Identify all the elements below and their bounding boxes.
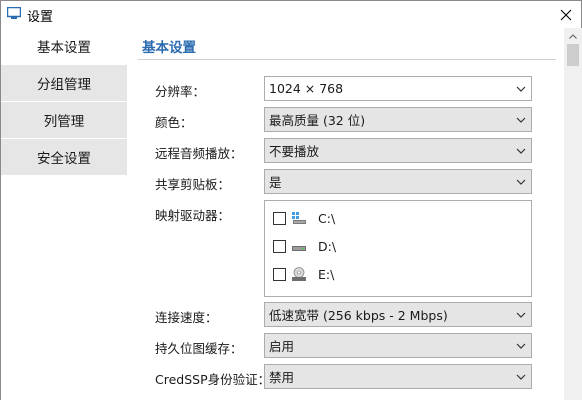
chevron-down-icon [511,108,531,131]
drive-c-checkbox[interactable] [273,211,286,225]
credssp-value: 禁用 [269,370,295,385]
connection-speed-label: 连接速度： [155,310,218,325]
color-label: 颜色： [155,115,193,130]
sidebar-item-label: 分组管理 [37,77,91,93]
remote-audio-select[interactable]: 不要播放 [264,138,532,163]
credssp-label: CredSSP身份验证： [155,372,271,387]
sidebar-item-column-management[interactable]: 列管理 [1,102,127,138]
drives-label: 映射驱动器： [155,208,231,223]
clipboard-value: 是 [269,175,282,190]
color-select[interactable]: 最高质量 (32 位) [264,107,532,132]
hard-drive-icon [292,246,306,251]
chevron-down-icon [511,334,531,357]
sidebar-item-group-management[interactable]: 分组管理 [1,65,127,101]
window-title: 设置 [27,10,54,25]
connection-speed-value: 低速宽带 (256 kbps - 2 Mbps) [269,308,448,323]
sidebar: 基本设置 分组管理 列管理 安全设置 [1,28,128,400]
scrollbar-thumb[interactable] [567,44,579,66]
scroll-up-button[interactable] [564,28,582,44]
connection-speed-select[interactable]: 低速宽带 (256 kbps - 2 Mbps) [264,302,532,327]
credssp-select[interactable]: 禁用 [264,364,532,389]
bitmap-cache-select[interactable]: 启用 [264,333,532,358]
sidebar-item-label: 安全设置 [37,151,91,167]
chevron-down-icon [511,139,531,162]
chevron-up-icon [569,33,577,39]
drive-c-label: C:\ [318,210,336,226]
section-title: 基本设置 [142,40,196,56]
close-button[interactable] [551,1,581,28]
sidebar-item-security-settings[interactable]: 安全设置 [1,139,127,175]
sidebar-item-label: 基本设置 [37,40,91,56]
drive-d-checkbox[interactable] [273,239,286,253]
drive-e-checkbox[interactable] [273,267,286,281]
chevron-down-icon [511,303,531,326]
resolution-label: 分辨率： [155,84,206,99]
color-value: 最高质量 (32 位) [269,113,366,128]
app-window-icon [7,7,21,19]
bitmap-cache-value: 启用 [269,339,295,354]
drive-item-e: E:\ [273,264,334,284]
vertical-scrollbar[interactable] [564,28,582,400]
title-bar: 设置 [1,1,581,28]
close-icon [560,9,572,20]
bitmap-cache-label: 持久位图缓存： [155,341,243,356]
clipboard-select[interactable]: 是 [264,169,532,194]
chevron-down-icon [511,170,531,193]
remote-audio-value: 不要播放 [269,144,320,159]
cd-drive-icon [292,267,306,281]
sidebar-item-label: 列管理 [43,114,85,130]
chevron-down-icon [511,365,531,388]
drive-d-label: D:\ [318,238,337,254]
chevron-down-icon [511,77,531,100]
system-drive-icon [292,212,306,224]
clipboard-label: 共享剪贴板： [155,177,231,192]
resolution-select[interactable]: 1024 × 768 [264,76,532,101]
remote-audio-label: 远程音频播放： [155,146,243,161]
settings-panel: 基本设置 分辨率： 1024 × 768 颜色： 最高质量 (32 位) 远程音… [128,28,564,400]
drives-list: C:\ D:\ E:\ [264,200,532,297]
sidebar-item-basic-settings[interactable]: 基本设置 [1,28,127,64]
drive-e-label: E:\ [318,266,335,282]
drive-item-c: C:\ [273,208,335,228]
drive-item-d: D:\ [273,236,336,256]
resolution-value: 1024 × 768 [269,81,344,96]
settings-window: 设置 基本设置 分组管理 列管理 安全设置 基本设置 分辨率： 1024 × 7… [0,0,582,400]
section-divider [138,59,556,60]
